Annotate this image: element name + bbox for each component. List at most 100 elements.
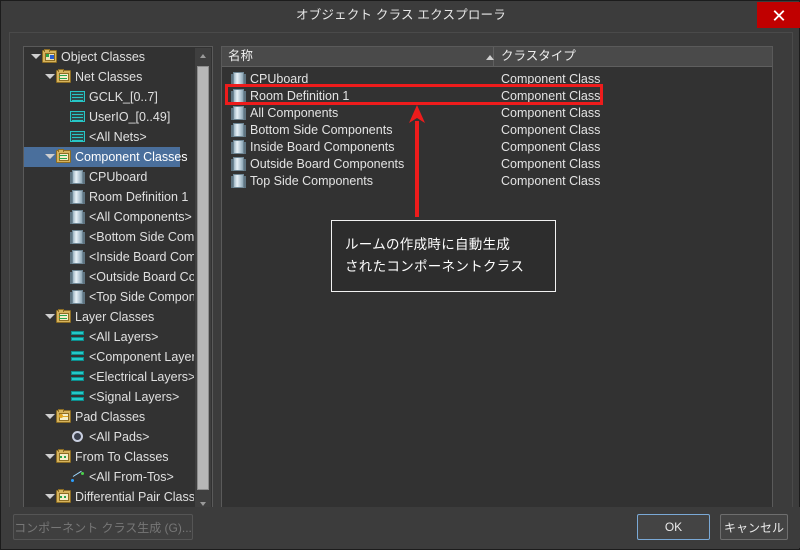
tree-item-all-from-tos[interactable]: <All From-Tos>	[24, 467, 194, 487]
tree-item-object-classes[interactable]: Object Classes	[24, 47, 194, 67]
tree-item-userio-0-49[interactable]: UserIO_[0..49]	[24, 107, 194, 127]
row-name-cell: Top Side Components	[230, 173, 373, 189]
tree-item-label: <Signal Layers>	[89, 390, 180, 404]
tree-item-label: <All Layers>	[89, 330, 159, 344]
tree-expand-twisty-icon[interactable]	[44, 487, 55, 507]
tree-expand-twisty-icon[interactable]	[44, 307, 55, 327]
ok-button[interactable]: OK	[637, 514, 710, 540]
tree-expand-twisty-icon[interactable]	[58, 107, 69, 127]
tree-item-from-to-classes[interactable]: From To Classes	[24, 447, 194, 467]
tree-item-label: <All Pads>	[89, 430, 150, 444]
tree-item-net-classes[interactable]: Net Classes	[24, 67, 194, 87]
tree-item-label: <Component Layer	[89, 350, 194, 364]
tree-expand-twisty-icon[interactable]	[58, 227, 69, 247]
tree-item-label: <Outside Board Co	[89, 270, 194, 284]
scrollbar-thumb[interactable]	[197, 66, 209, 490]
row-classtype-label: Component Class	[501, 106, 601, 120]
title-bar: オブジェクト クラス エクスプローラ	[2, 2, 800, 28]
component-class-icon	[69, 189, 86, 205]
table-row[interactable]: Outside Board Components Component Class	[222, 156, 772, 172]
tree-item-layer-classes[interactable]: Layer Classes	[24, 307, 194, 327]
tree-item-electrical-layers[interactable]: <Electrical Layers>	[24, 367, 194, 387]
tree-item-component-classes[interactable]: Component Classes	[24, 147, 188, 167]
row-name-cell: CPUboard	[230, 71, 308, 87]
tree-expand-twisty-icon[interactable]	[58, 87, 69, 107]
column-header-classtype[interactable]: クラスタイプ	[495, 47, 772, 66]
tree-item-all-nets[interactable]: <All Nets>	[24, 127, 194, 147]
tree-item-label: <Inside Board Com	[89, 250, 194, 264]
tree-item-label: <Top Side Compon	[89, 290, 194, 304]
tree-expand-twisty-icon[interactable]	[44, 67, 55, 87]
tree-expand-twisty-icon[interactable]	[30, 47, 41, 67]
tree-item-signal-layers[interactable]: <Signal Layers>	[24, 387, 194, 407]
annotation-line-1: ルームの作成時に自動生成	[345, 237, 511, 252]
tree-scroll-area[interactable]: Object Classes Net Classes GCLK_[0..7] User…	[24, 47, 194, 510]
row-name-label: Top Side Components	[250, 174, 373, 188]
column-header-name[interactable]: 名称	[222, 47, 494, 66]
folder-layerclasses-icon	[55, 309, 72, 325]
tree-item-label: Pad Classes	[75, 410, 146, 424]
tree-item-label: Net Classes	[75, 70, 143, 84]
tree-vertical-scrollbar[interactable]	[195, 48, 211, 510]
tree-expand-twisty-icon[interactable]	[58, 187, 69, 207]
tree-item-label: <All Nets>	[89, 130, 147, 144]
sort-ascending-icon	[486, 55, 494, 60]
tree-item-pad-classes[interactable]: Pad Classes	[24, 407, 194, 427]
scroll-up-arrow-icon[interactable]	[195, 48, 211, 63]
component-class-icon	[69, 229, 86, 245]
tree-item-top-side-compon[interactable]: <Top Side Compon	[24, 287, 194, 307]
component-class-icon	[69, 249, 86, 265]
table-row[interactable]: Inside Board Components Component Class	[222, 139, 772, 155]
tree-expand-twisty-icon[interactable]	[58, 267, 69, 287]
table-row[interactable]: CPUboard Component Class	[222, 71, 772, 87]
row-classtype-label: Component Class	[501, 72, 601, 86]
cancel-button[interactable]: キャンセル	[720, 514, 788, 540]
component-class-icon	[69, 209, 86, 225]
tree-expand-twisty-icon[interactable]	[58, 287, 69, 307]
tree-item-all-layers[interactable]: <All Layers>	[24, 327, 194, 347]
generate-component-class-button[interactable]: コンポーネント クラス生成 (G)...	[13, 514, 193, 540]
tree-item-inside-board-com[interactable]: <Inside Board Com	[24, 247, 194, 267]
tree-item-all-components[interactable]: <All Components>	[24, 207, 194, 227]
tree-expand-twisty-icon[interactable]	[58, 467, 69, 487]
tree-expand-twisty-icon[interactable]	[58, 387, 69, 407]
row-name-label: Room Definition 1	[250, 89, 350, 103]
tree-expand-twisty-icon[interactable]	[58, 167, 69, 187]
tree-expand-twisty-icon[interactable]	[44, 447, 55, 467]
tree-item-label: <Electrical Layers>	[89, 370, 194, 384]
row-name-label: Bottom Side Components	[250, 123, 393, 137]
table-row[interactable]: Bottom Side Components Component Class	[222, 122, 772, 138]
tree-expand-twisty-icon[interactable]	[58, 127, 69, 147]
tree-expand-twisty-icon[interactable]	[58, 427, 69, 447]
column-header-classtype-label: クラスタイプ	[501, 49, 576, 63]
tree-expand-twisty-icon[interactable]	[58, 347, 69, 367]
layer-class-icon	[69, 369, 86, 385]
tree-item-room-definition-1[interactable]: Room Definition 1	[24, 187, 194, 207]
component-class-icon	[230, 88, 247, 104]
tree-item-gclk-0-7[interactable]: GCLK_[0..7]	[24, 87, 194, 107]
component-class-icon	[69, 289, 86, 305]
tree-item-differential-pair-classe[interactable]: Differential Pair Classe	[24, 487, 194, 507]
tree-item-all-pads[interactable]: <All Pads>	[24, 427, 194, 447]
row-name-cell: All Components	[230, 105, 338, 121]
close-icon[interactable]	[757, 2, 800, 28]
table-row[interactable]: Top Side Components Component Class	[222, 173, 772, 189]
tree-item-bottom-side-comp[interactable]: <Bottom Side Comp	[24, 227, 194, 247]
tree-item-outside-board-co[interactable]: <Outside Board Co	[24, 267, 194, 287]
tree-expand-twisty-icon[interactable]	[44, 407, 55, 427]
tree-item-label: GCLK_[0..7]	[89, 90, 158, 104]
row-classtype-label: Component Class	[501, 140, 601, 154]
tree-expand-twisty-icon[interactable]	[58, 247, 69, 267]
tree-item-cpuboard[interactable]: CPUboard	[24, 167, 194, 187]
tree-expand-twisty-icon[interactable]	[58, 207, 69, 227]
tree-expand-twisty-icon[interactable]	[58, 367, 69, 387]
table-row[interactable]: All Components Component Class	[222, 105, 772, 121]
table-row[interactable]: Room Definition 1 Component Class	[222, 88, 772, 104]
annotation-line-2: されたコンポーネントクラス	[345, 259, 525, 274]
tree-item-component-layer[interactable]: <Component Layer	[24, 347, 194, 367]
tree-item-label: Object Classes	[61, 50, 146, 64]
net-class-icon	[69, 109, 86, 125]
tree-expand-twisty-icon[interactable]	[58, 327, 69, 347]
tree-expand-twisty-icon[interactable]	[44, 147, 55, 167]
row-name-cell: Bottom Side Components	[230, 122, 392, 138]
